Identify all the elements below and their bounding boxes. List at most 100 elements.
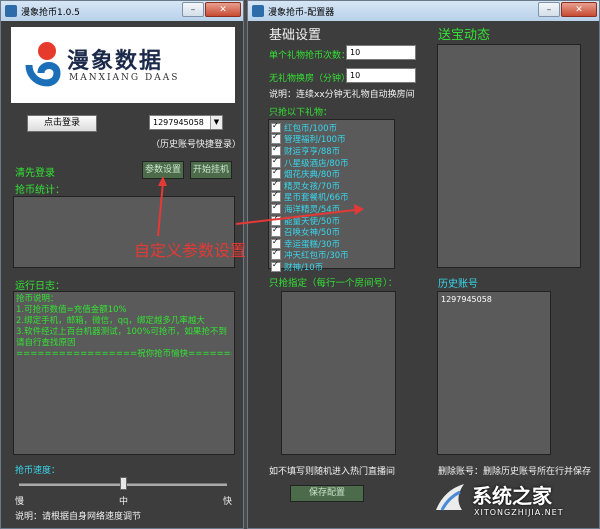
gift-label: 管理福利/100币 [284,135,346,146]
speed-fast-label: 快 [223,497,233,507]
checkbox[interactable] [271,179,281,191]
close-button[interactable]: ✕ [205,2,241,17]
config-button[interactable]: 参数设置 [142,161,184,179]
dynamics-panel [437,44,581,268]
speed-slider-thumb[interactable] [120,477,127,490]
checkbox[interactable] [271,144,281,156]
gift-item[interactable]: 能量天使/50币 [269,214,394,227]
save-config-button[interactable]: 保存配置 [290,485,364,502]
history-item: 1297945058 [441,295,492,304]
gift-label: 烟花庆典/80币 [284,170,341,181]
gift-item[interactable]: 星币套餐机/66币 [269,190,394,204]
log-line: 1.可抢币数值=充值金额10% [16,305,127,315]
config-window-titlebar[interactable]: 漫象抢币-配置器 – ✕ [248,1,599,21]
minimize-button[interactable]: – [182,2,204,17]
log-panel[interactable]: 抢币说明： 1.可抢币数值=充值金额10% 2.绑定手机，邮箱，微信，qq，绑定… [13,291,235,455]
gift-checklist[interactable]: 红包币/100币 管理福利/100币 财运亨亨/88币 八星级酒店/80币 烟花… [268,119,395,273]
app-icon [5,5,17,17]
gift-item[interactable]: 财运亨亨/88币 [269,144,394,157]
account-select-value: 1297945058 [153,118,204,127]
checkbox[interactable] [271,167,281,180]
gift-label: 红包币/100币 [284,123,338,134]
gift-item[interactable]: 幸运蛋糕/30币 [269,237,394,250]
gift-item[interactable]: 精灵女孩/70币 [269,179,394,192]
app-icon [252,5,264,17]
logo-subtitle: MANXIANG DAAS [69,73,180,83]
gift-label: 冲天红包币/30币 [284,251,349,262]
checkbox[interactable] [271,237,281,249]
gift-label: 精灵女孩/70币 [284,181,341,192]
log-line: 抢币说明： [16,294,59,304]
checkbox[interactable] [271,214,281,226]
chevron-down-icon[interactable]: ▼ [210,116,222,129]
count-input[interactable]: 10 [346,45,416,60]
watermark-url: XITONGZHIJIA.NET [474,508,564,517]
gift-label: 召唤女神/50币 [284,228,341,239]
checkbox[interactable] [271,260,281,272]
main-window: 漫象抢币1.0.5 – ✕ 漫象数据 MANXIANG DAAS 点击登录 12… [0,0,244,529]
gift-item[interactable]: 烟花庆典/80币 [269,167,394,181]
history-title: 历史账号 [438,279,478,290]
switch-room-note: 说明：连续xx分钟无礼物自动换房间 [269,90,415,100]
gift-item[interactable]: 管理福利/100币 [269,132,394,146]
history-hint: （历史账号快捷登录） [151,140,242,150]
rooms-label: 只抢指定（每行一个房间号）： [269,278,398,289]
checkbox[interactable] [271,132,281,145]
main-window-titlebar[interactable]: 漫象抢币1.0.5 – ✕ [1,1,243,21]
history-textarea[interactable]: 1297945058 [437,291,551,455]
gift-label: 海洋精灵/54币 [284,204,341,215]
speed-slow-label: 慢 [15,497,25,507]
watermark-logo-icon [436,484,464,511]
speed-slider[interactable] [19,477,227,491]
checkbox[interactable] [271,225,281,238]
log-label: 运行日志： [15,281,65,292]
main-window-title: 漫象抢币1.0.5 [21,7,80,18]
config-window: 漫象抢币-配置器 – ✕ 基础设置 单个礼物抢币次数： 10 无礼物换房（分钟）… [247,0,600,529]
rooms-note: 如不填写则随机进入热门直播间 [269,467,396,477]
gift-item[interactable]: 召唤女神/50币 [269,225,394,239]
checkbox[interactable] [271,121,281,133]
rooms-textarea[interactable] [281,291,396,455]
gift-item[interactable]: 红包币/100币 [269,121,394,134]
stats-label: 抢币统计： [15,185,65,196]
gift-label: 八星级酒店/80币 [284,158,349,169]
log-line: 3.软件经过上百台机器测试，100%可抢币，如果抢不到请自行查找原因 [16,327,227,348]
config-window-title: 漫象抢币-配置器 [268,7,335,18]
account-select[interactable]: 1297945058 ▼ [149,115,223,130]
watermark: 系统之家 XITONGZHIJIA.NET [430,476,600,529]
watermark-brand: 系统之家 [472,484,552,508]
logo-banner: 漫象数据 MANXIANG DAAS [11,27,235,103]
switch-room-input[interactable]: 10 [346,68,416,83]
speed-mid-label: 中 [119,497,129,507]
gift-label: 能量天使/50币 [284,216,341,227]
basic-settings-title: 基础设置 [269,28,322,43]
gift-label: 财神/10币 [284,262,324,273]
speed-label: 抢币速度： [15,466,61,476]
logo-icon [25,42,61,87]
login-status: 清先登录 [15,168,55,179]
checkbox[interactable] [271,190,281,203]
gift-item[interactable]: 冲天红包币/30币 [269,248,394,262]
logo-brand: 漫象数据 [67,48,164,74]
log-line: =================祝你抢币愉快================ [16,349,232,359]
login-button[interactable]: 点击登录 [27,115,97,132]
log-line: 2.绑定手机，邮箱，微信，qq，绑定越多几率越大 [16,316,205,326]
minimize-button[interactable]: – [538,2,560,17]
speed-note: 说明：请根据自身网络速度调节 [15,512,142,522]
gift-item[interactable]: 海洋精灵/54币 [269,202,394,215]
checkbox[interactable] [271,156,281,168]
count-label: 单个礼物抢币次数： [269,51,351,61]
checkbox[interactable] [271,248,281,261]
gift-item[interactable]: 财神/10币 [269,260,394,273]
close-button[interactable]: ✕ [561,2,597,17]
annotation-text: 自定义参数设置 [134,241,247,260]
switch-room-label: 无礼物换房（分钟）： [269,74,355,84]
gifts-label: 只抢以下礼物： [269,108,333,118]
gift-label: 星币套餐机/66币 [284,193,349,204]
dynamics-title: 送宝动态 [438,28,491,43]
gift-item[interactable]: 八星级酒店/80币 [269,156,394,169]
gift-label: 财运亨亨/88币 [284,146,341,157]
checkbox[interactable] [271,202,281,214]
start-button[interactable]: 开始挂机 [190,161,232,179]
gift-label: 幸运蛋糕/30币 [284,239,341,250]
